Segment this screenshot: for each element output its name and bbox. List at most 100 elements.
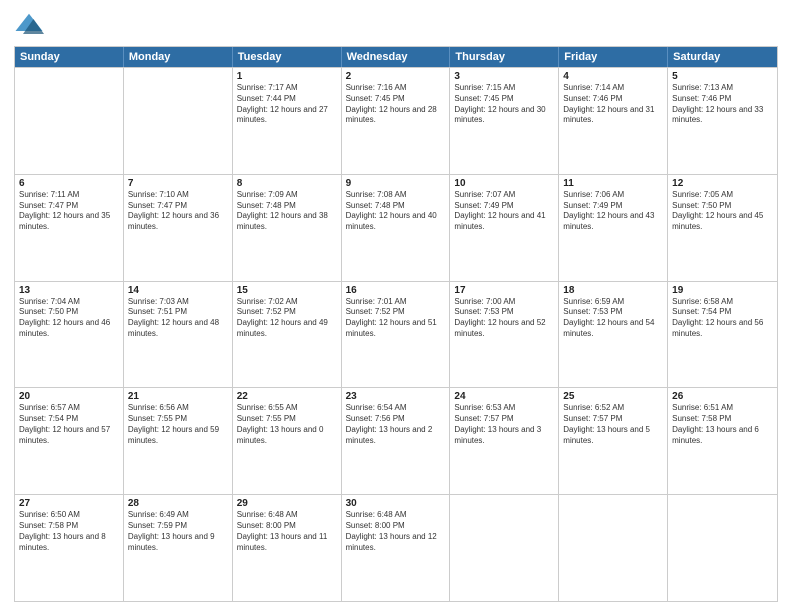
day-info: Sunrise: 6:55 AM Sunset: 7:55 PM Dayligh… xyxy=(237,403,337,446)
day-number: 30 xyxy=(346,498,446,509)
calendar-cell: 13Sunrise: 7:04 AM Sunset: 7:50 PM Dayli… xyxy=(15,282,124,388)
day-info: Sunrise: 6:56 AM Sunset: 7:55 PM Dayligh… xyxy=(128,403,228,446)
day-number: 17 xyxy=(454,285,554,296)
day-info: Sunrise: 6:48 AM Sunset: 8:00 PM Dayligh… xyxy=(237,510,337,553)
day-info: Sunrise: 7:06 AM Sunset: 7:49 PM Dayligh… xyxy=(563,190,663,233)
calendar-cell xyxy=(668,495,777,601)
calendar-cell: 22Sunrise: 6:55 AM Sunset: 7:55 PM Dayli… xyxy=(233,388,342,494)
day-number: 22 xyxy=(237,391,337,402)
calendar-cell: 19Sunrise: 6:58 AM Sunset: 7:54 PM Dayli… xyxy=(668,282,777,388)
calendar-cell xyxy=(450,495,559,601)
day-info: Sunrise: 7:04 AM Sunset: 7:50 PM Dayligh… xyxy=(19,297,119,340)
calendar-cell: 4Sunrise: 7:14 AM Sunset: 7:46 PM Daylig… xyxy=(559,68,668,174)
day-number: 10 xyxy=(454,178,554,189)
day-info: Sunrise: 7:13 AM Sunset: 7:46 PM Dayligh… xyxy=(672,83,773,126)
calendar-cell: 7Sunrise: 7:10 AM Sunset: 7:47 PM Daylig… xyxy=(124,175,233,281)
calendar: SundayMondayTuesdayWednesdayThursdayFrid… xyxy=(14,46,778,602)
day-info: Sunrise: 6:58 AM Sunset: 7:54 PM Dayligh… xyxy=(672,297,773,340)
header-day-wednesday: Wednesday xyxy=(342,47,451,67)
calendar-body: 1Sunrise: 7:17 AM Sunset: 7:44 PM Daylig… xyxy=(15,67,777,601)
day-number: 12 xyxy=(672,178,773,189)
day-info: Sunrise: 7:01 AM Sunset: 7:52 PM Dayligh… xyxy=(346,297,446,340)
calendar-cell: 30Sunrise: 6:48 AM Sunset: 8:00 PM Dayli… xyxy=(342,495,451,601)
day-info: Sunrise: 7:15 AM Sunset: 7:45 PM Dayligh… xyxy=(454,83,554,126)
calendar-cell: 3Sunrise: 7:15 AM Sunset: 7:45 PM Daylig… xyxy=(450,68,559,174)
day-info: Sunrise: 7:17 AM Sunset: 7:44 PM Dayligh… xyxy=(237,83,337,126)
day-number: 6 xyxy=(19,178,119,189)
day-number: 13 xyxy=(19,285,119,296)
header-day-thursday: Thursday xyxy=(450,47,559,67)
calendar-cell: 21Sunrise: 6:56 AM Sunset: 7:55 PM Dayli… xyxy=(124,388,233,494)
calendar-cell: 15Sunrise: 7:02 AM Sunset: 7:52 PM Dayli… xyxy=(233,282,342,388)
day-info: Sunrise: 6:59 AM Sunset: 7:53 PM Dayligh… xyxy=(563,297,663,340)
day-info: Sunrise: 6:54 AM Sunset: 7:56 PM Dayligh… xyxy=(346,403,446,446)
day-info: Sunrise: 6:53 AM Sunset: 7:57 PM Dayligh… xyxy=(454,403,554,446)
day-number: 9 xyxy=(346,178,446,189)
calendar-cell: 2Sunrise: 7:16 AM Sunset: 7:45 PM Daylig… xyxy=(342,68,451,174)
calendar-cell: 16Sunrise: 7:01 AM Sunset: 7:52 PM Dayli… xyxy=(342,282,451,388)
header-day-tuesday: Tuesday xyxy=(233,47,342,67)
day-number: 1 xyxy=(237,71,337,82)
day-info: Sunrise: 7:02 AM Sunset: 7:52 PM Dayligh… xyxy=(237,297,337,340)
calendar-cell: 14Sunrise: 7:03 AM Sunset: 7:51 PM Dayli… xyxy=(124,282,233,388)
calendar-row-2: 6Sunrise: 7:11 AM Sunset: 7:47 PM Daylig… xyxy=(15,174,777,281)
header xyxy=(14,10,778,40)
calendar-cell: 29Sunrise: 6:48 AM Sunset: 8:00 PM Dayli… xyxy=(233,495,342,601)
calendar-cell: 17Sunrise: 7:00 AM Sunset: 7:53 PM Dayli… xyxy=(450,282,559,388)
calendar-cell: 1Sunrise: 7:17 AM Sunset: 7:44 PM Daylig… xyxy=(233,68,342,174)
calendar-cell xyxy=(15,68,124,174)
day-number: 3 xyxy=(454,71,554,82)
calendar-row-1: 1Sunrise: 7:17 AM Sunset: 7:44 PM Daylig… xyxy=(15,67,777,174)
day-info: Sunrise: 6:57 AM Sunset: 7:54 PM Dayligh… xyxy=(19,403,119,446)
day-info: Sunrise: 7:05 AM Sunset: 7:50 PM Dayligh… xyxy=(672,190,773,233)
day-number: 25 xyxy=(563,391,663,402)
calendar-cell: 20Sunrise: 6:57 AM Sunset: 7:54 PM Dayli… xyxy=(15,388,124,494)
day-number: 14 xyxy=(128,285,228,296)
day-number: 23 xyxy=(346,391,446,402)
calendar-cell xyxy=(559,495,668,601)
day-number: 7 xyxy=(128,178,228,189)
day-number: 28 xyxy=(128,498,228,509)
day-number: 11 xyxy=(563,178,663,189)
calendar-cell: 25Sunrise: 6:52 AM Sunset: 7:57 PM Dayli… xyxy=(559,388,668,494)
day-number: 2 xyxy=(346,71,446,82)
day-number: 5 xyxy=(672,71,773,82)
calendar-cell: 5Sunrise: 7:13 AM Sunset: 7:46 PM Daylig… xyxy=(668,68,777,174)
day-number: 20 xyxy=(19,391,119,402)
day-info: Sunrise: 7:16 AM Sunset: 7:45 PM Dayligh… xyxy=(346,83,446,126)
calendar-cell: 24Sunrise: 6:53 AM Sunset: 7:57 PM Dayli… xyxy=(450,388,559,494)
day-info: Sunrise: 6:48 AM Sunset: 8:00 PM Dayligh… xyxy=(346,510,446,553)
day-info: Sunrise: 7:10 AM Sunset: 7:47 PM Dayligh… xyxy=(128,190,228,233)
calendar-cell: 18Sunrise: 6:59 AM Sunset: 7:53 PM Dayli… xyxy=(559,282,668,388)
day-info: Sunrise: 7:11 AM Sunset: 7:47 PM Dayligh… xyxy=(19,190,119,233)
day-number: 19 xyxy=(672,285,773,296)
day-info: Sunrise: 7:14 AM Sunset: 7:46 PM Dayligh… xyxy=(563,83,663,126)
day-info: Sunrise: 6:52 AM Sunset: 7:57 PM Dayligh… xyxy=(563,403,663,446)
day-number: 24 xyxy=(454,391,554,402)
calendar-header: SundayMondayTuesdayWednesdayThursdayFrid… xyxy=(15,47,777,67)
day-number: 4 xyxy=(563,71,663,82)
calendar-cell: 6Sunrise: 7:11 AM Sunset: 7:47 PM Daylig… xyxy=(15,175,124,281)
calendar-cell: 11Sunrise: 7:06 AM Sunset: 7:49 PM Dayli… xyxy=(559,175,668,281)
calendar-cell xyxy=(124,68,233,174)
day-info: Sunrise: 7:07 AM Sunset: 7:49 PM Dayligh… xyxy=(454,190,554,233)
day-number: 26 xyxy=(672,391,773,402)
calendar-cell: 28Sunrise: 6:49 AM Sunset: 7:59 PM Dayli… xyxy=(124,495,233,601)
header-day-friday: Friday xyxy=(559,47,668,67)
page: SundayMondayTuesdayWednesdayThursdayFrid… xyxy=(0,0,792,612)
day-number: 27 xyxy=(19,498,119,509)
day-number: 15 xyxy=(237,285,337,296)
day-info: Sunrise: 7:03 AM Sunset: 7:51 PM Dayligh… xyxy=(128,297,228,340)
day-info: Sunrise: 7:09 AM Sunset: 7:48 PM Dayligh… xyxy=(237,190,337,233)
day-info: Sunrise: 7:00 AM Sunset: 7:53 PM Dayligh… xyxy=(454,297,554,340)
header-day-saturday: Saturday xyxy=(668,47,777,67)
day-number: 16 xyxy=(346,285,446,296)
calendar-cell: 9Sunrise: 7:08 AM Sunset: 7:48 PM Daylig… xyxy=(342,175,451,281)
calendar-cell: 8Sunrise: 7:09 AM Sunset: 7:48 PM Daylig… xyxy=(233,175,342,281)
header-day-monday: Monday xyxy=(124,47,233,67)
day-number: 18 xyxy=(563,285,663,296)
header-day-sunday: Sunday xyxy=(15,47,124,67)
calendar-cell: 27Sunrise: 6:50 AM Sunset: 7:58 PM Dayli… xyxy=(15,495,124,601)
logo-icon xyxy=(14,10,44,40)
calendar-cell: 23Sunrise: 6:54 AM Sunset: 7:56 PM Dayli… xyxy=(342,388,451,494)
